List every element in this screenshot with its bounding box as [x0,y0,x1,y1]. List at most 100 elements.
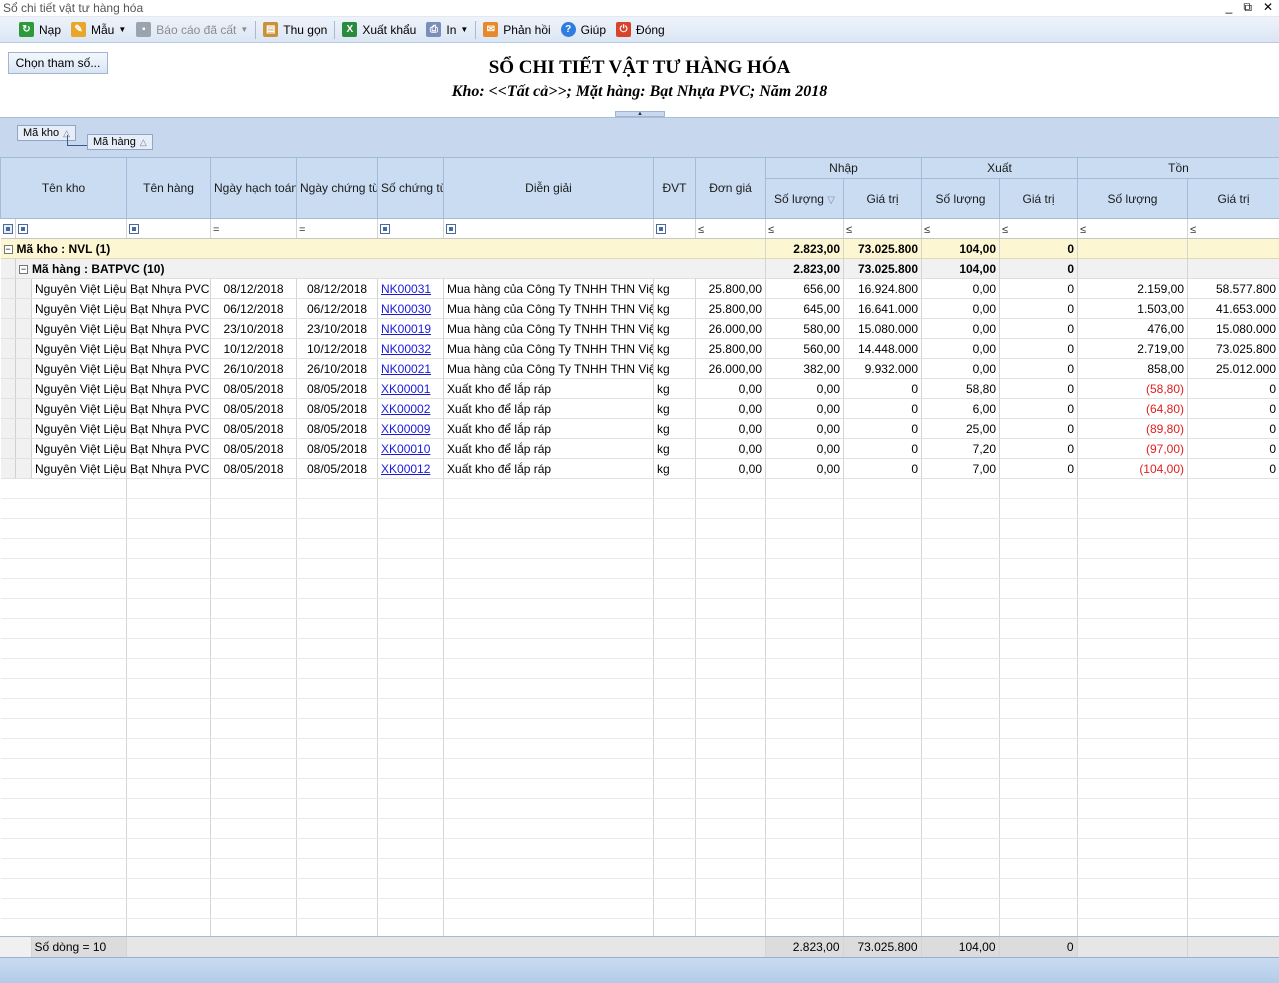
filter-cell-ton-sl[interactable]: ≤ [1077,218,1189,239]
filter-cell-ten-kho[interactable] [15,218,128,239]
table-cell: 25,00 [921,418,1001,439]
filter-cell-ngay-hach-toan[interactable]: = [210,218,298,239]
voucher-link[interactable]: XK00010 [381,442,430,456]
voucher-link[interactable]: XK00002 [381,402,430,416]
col-header-dien-giai[interactable]: Diễn giải [443,157,655,219]
help-button[interactable]: ? Giúp [556,19,611,41]
refresh-icon: ↻ [19,22,34,37]
table-cell: 656,00 [765,278,845,299]
table-cell: 0 [999,358,1079,379]
minimize-button[interactable]: _ [1226,0,1233,15]
voucher-link[interactable]: NK00019 [381,322,431,336]
col-header-xuat-so-luong[interactable]: Số lượng [921,178,1001,219]
table-cell: 0 [1187,398,1279,419]
table-row[interactable]: Nguyên Việt Liệu Bạt Nhựa PVC 26/10/2018 26… [0,358,1279,379]
col-header-ngay-chung-tu[interactable]: Ngày chứng từ [296,157,379,219]
col-header-ten-kho[interactable]: Tên kho [0,157,128,219]
saved-report-button[interactable]: ▪ Báo cáo đã cất ▼ [131,19,253,41]
table-cell: XK00002 [377,398,445,419]
filter-cell-so-chung-tu[interactable] [377,218,445,239]
filter-cell-ngay-chung-tu[interactable]: = [296,218,379,239]
table-cell: 0,00 [695,398,767,419]
clear-filter-icon[interactable] [0,218,16,239]
col-header-so-chung-tu[interactable]: Số chứng từ [377,157,445,219]
mail-icon: ✉ [483,22,499,37]
table-cell: 0 [999,278,1079,299]
col-header-ten-hang[interactable]: Tên hàng [126,157,212,219]
table-row[interactable]: Nguyên Việt Liệu Bạt Nhựa PVC 10/12/2018 10… [0,338,1279,359]
table-cell: Mua hàng của Công Ty TNHH THN Việt [443,338,655,359]
col-header-nhap-gia-tri[interactable]: Giá trị [843,178,923,219]
group-indent [15,458,32,479]
filter-icon[interactable]: ▽ [827,195,835,206]
table-cell: 0 [1187,378,1279,399]
print-button[interactable]: ⎙ In ▼ [421,19,473,41]
collapse-icon[interactable]: − [3,244,13,254]
table-row[interactable]: Nguyên Việt Liệu Bạt Nhựa PVC 08/05/2018 08… [0,418,1279,439]
col-header-don-gia[interactable]: Đơn giá [695,157,767,219]
col-header-ngay-hach-toan[interactable]: Ngày hạch toán [210,157,298,219]
voucher-link[interactable]: NK00021 [381,362,431,376]
table-row[interactable]: Nguyên Việt Liệu Bạt Nhựa PVC 08/12/2018 08… [0,278,1279,299]
col-header-nhap-so-luong[interactable]: Số lượng ▽ [765,178,845,219]
table-cell: 0,00 [921,338,1001,359]
voucher-link[interactable]: NK00031 [381,282,431,296]
group-chip-ma-hang[interactable]: Mã hàng △ [87,134,153,150]
table-row[interactable]: Nguyên Việt Liệu Bạt Nhựa PVC 08/05/2018 08… [0,398,1279,419]
voucher-link[interactable]: NK00032 [381,342,431,356]
report-title: SỔ CHI TIẾT VẬT TƯ HÀNG HÓA [488,57,791,78]
empty-row [0,538,1279,559]
collapse-icon[interactable]: − [19,264,28,274]
table-cell: Nguyên Việt Liệu [31,338,128,359]
col-header-dvt[interactable]: ĐVT [653,157,697,219]
collapse-button[interactable]: ▤ Thu gọn [258,19,332,41]
col-header-xuat-gia-tri[interactable]: Giá trị [999,178,1079,219]
close-button[interactable]: ✕ [1263,0,1273,15]
table-cell: 858,00 [1077,358,1189,379]
filter-cell-don-gia[interactable]: ≤ [695,218,767,239]
empty-row [0,858,1279,879]
filter-cell-dien-giai[interactable] [443,218,655,239]
col-header-ton-so-luong[interactable]: Số lượng [1077,178,1189,219]
report-header: Chọn tham số... SỔ CHI TIẾT VẬT TƯ HÀNG … [0,43,1279,117]
status-bar [0,957,1279,983]
table-cell: 10/12/2018 [296,338,379,359]
empty-row [0,738,1279,759]
table-cell: 0,00 [765,458,845,479]
filter-cell-dvt[interactable] [653,218,697,239]
mau-button[interactable]: ✎ Mẫu ▼ [66,19,131,41]
filter-cell-xuat-sl[interactable]: ≤ [921,218,1001,239]
table-cell: 0 [999,438,1079,459]
filter-cell-ton-gt[interactable]: ≤ [1187,218,1279,239]
voucher-link[interactable]: NK00030 [381,302,431,316]
nap-button[interactable]: ↻ Nạp [14,19,66,41]
table-cell: XK00010 [377,438,445,459]
voucher-link[interactable]: XK00012 [381,462,430,476]
table-row[interactable]: Nguyên Việt Liệu Bạt Nhựa PVC 08/05/2018 08… [0,458,1279,479]
empty-row [0,638,1279,659]
feedback-button[interactable]: ✉ Phản hồi [478,19,555,41]
table-row[interactable]: Nguyên Việt Liệu Bạt Nhựa PVC 08/05/2018 08… [0,438,1279,459]
close-report-button[interactable]: ⏻ Đóng [611,19,670,41]
group-row-ma-hang[interactable]: − Mã hàng : BATPVC (10) 2.823,00 73.025.8… [0,258,1279,279]
table-row[interactable]: Nguyên Việt Liệu Bạt Nhựa PVC 06/12/2018 06… [0,298,1279,319]
group-indent [15,278,32,299]
filter-cell-ten-hang[interactable] [126,218,212,239]
filter-cell-xuat-gt[interactable]: ≤ [999,218,1079,239]
voucher-link[interactable]: XK00009 [381,422,430,436]
table-cell: Bạt Nhựa PVC [126,358,212,379]
chevron-down-icon: ▼ [460,25,469,34]
table-cell: 0,00 [695,378,767,399]
filter-cell-nhap-sl[interactable]: ≤ [765,218,845,239]
table-row[interactable]: Nguyên Việt Liệu Bạt Nhựa PVC 23/10/2018 23… [0,318,1279,339]
group-indent [0,378,16,399]
export-button[interactable]: X Xuất khẩu [337,19,421,41]
voucher-link[interactable]: XK00001 [381,382,430,396]
restore-button[interactable]: ⧉ [1243,0,1252,15]
sum-xuat-sl: 104,00 [921,937,1000,957]
filter-cell-nhap-gt[interactable]: ≤ [843,218,923,239]
col-header-ton-gia-tri[interactable]: Giá trị [1187,178,1279,219]
group-row-ma-kho[interactable]: − Mã kho : NVL (1) 2.823,00 73.025.800 10… [0,238,1279,259]
table-cell: Bạt Nhựa PVC [126,458,212,479]
table-row[interactable]: Nguyên Việt Liệu Bạt Nhựa PVC 08/05/2018 08… [0,378,1279,399]
